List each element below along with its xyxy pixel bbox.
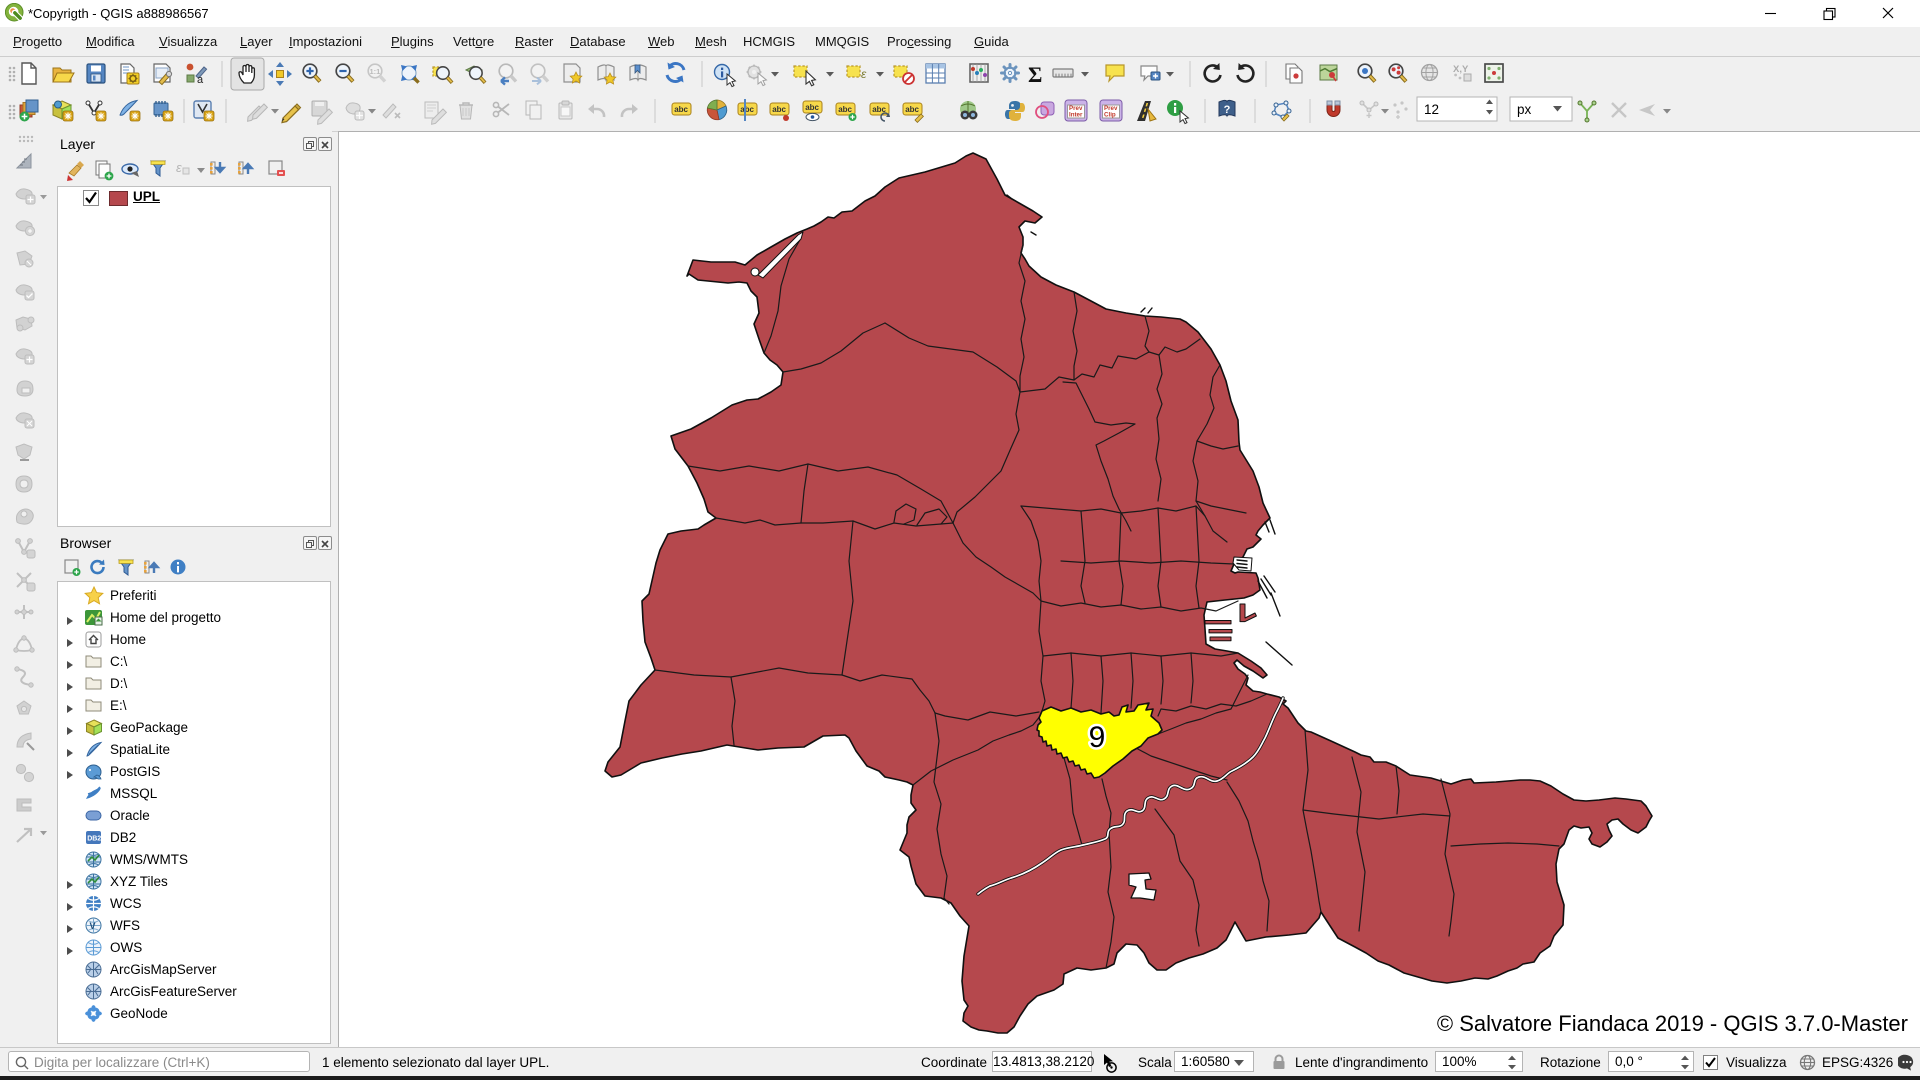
svg-text:C:\: C:\ xyxy=(110,654,128,669)
svg-text:px: px xyxy=(1517,102,1532,117)
svg-text:DB2: DB2 xyxy=(110,830,136,845)
svg-text:a: a xyxy=(197,74,204,86)
svg-text:PostGIS: PostGIS xyxy=(110,764,160,779)
svg-text:GeoNode: GeoNode xyxy=(110,1006,168,1021)
svg-text:XYZ Tiles: XYZ Tiles xyxy=(110,874,168,889)
svg-text:WCS: WCS xyxy=(110,896,142,911)
svg-text:Clip: Clip xyxy=(1104,112,1116,119)
svg-text:ArcGisFeatureServer: ArcGisFeatureServer xyxy=(110,984,237,999)
svg-text:Σ: Σ xyxy=(1028,62,1042,87)
svg-text:X,Y: X,Y xyxy=(1453,64,1469,75)
svg-text:?: ? xyxy=(1224,104,1231,116)
svg-text:MSSQL: MSSQL xyxy=(110,786,158,801)
svg-text:SpatiaLite: SpatiaLite xyxy=(110,742,170,757)
svg-text:WFS: WFS xyxy=(110,918,140,933)
svg-text:ArcGisMapServer: ArcGisMapServer xyxy=(110,962,217,977)
svg-text:ε: ε xyxy=(861,67,867,81)
svg-text:Home del progetto: Home del progetto xyxy=(110,610,221,625)
svg-text:Oracle: Oracle xyxy=(110,808,150,823)
svg-text:OWS: OWS xyxy=(110,940,142,955)
svg-text:Preferiti: Preferiti xyxy=(110,588,157,603)
svg-text:WMS/WMTS: WMS/WMTS xyxy=(110,852,188,867)
svg-text:E:\: E:\ xyxy=(110,698,127,713)
svg-text:DB2: DB2 xyxy=(87,836,101,843)
svg-text:12: 12 xyxy=(1424,102,1439,117)
svg-text:Inter: Inter xyxy=(1069,112,1083,119)
svg-text:Home: Home xyxy=(110,632,146,647)
svg-text:V: V xyxy=(90,921,96,931)
svg-text:9: 9 xyxy=(1089,721,1106,754)
svg-text:ε: ε xyxy=(176,160,182,175)
svg-text:GeoPackage: GeoPackage xyxy=(110,720,188,735)
svg-text:1:1: 1:1 xyxy=(370,67,381,76)
svg-text:D:\: D:\ xyxy=(110,676,128,691)
